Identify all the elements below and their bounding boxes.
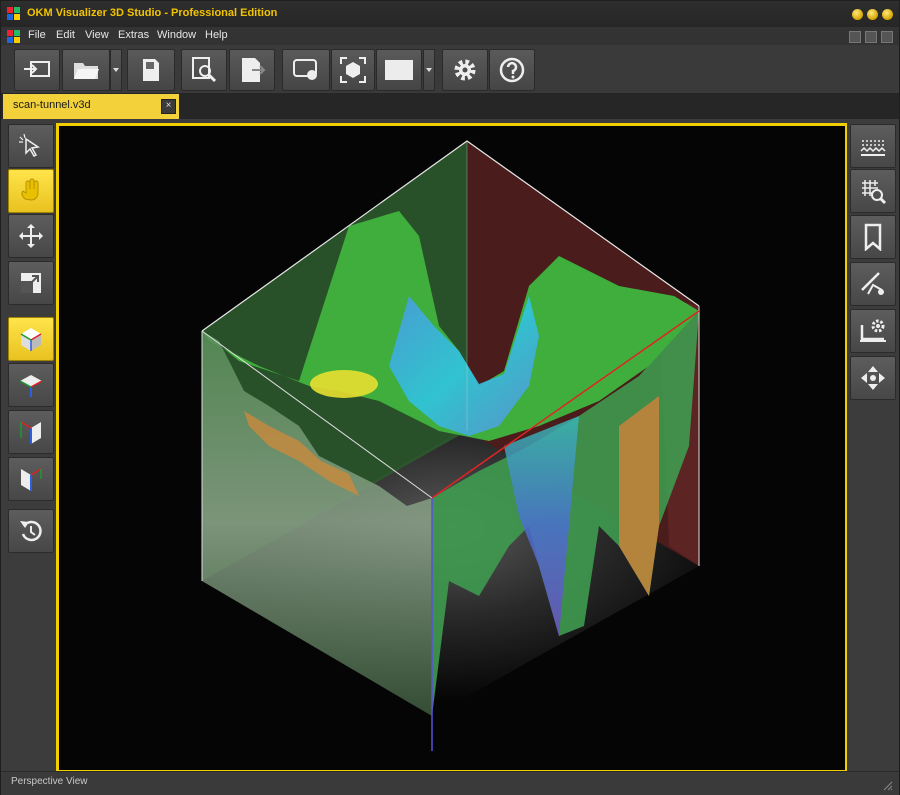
front-view-button[interactable] xyxy=(8,410,54,454)
menu-help[interactable]: Help xyxy=(205,29,228,41)
center-view-button[interactable] xyxy=(850,356,896,400)
terrain-peak-highlight xyxy=(310,370,378,398)
import-button[interactable] xyxy=(14,49,60,91)
screenshot-button[interactable] xyxy=(282,49,330,91)
menu-window[interactable]: Window xyxy=(157,29,196,41)
measure-button[interactable] xyxy=(850,262,896,306)
settings-gear-icon xyxy=(454,59,476,81)
app-logo-icon xyxy=(7,7,20,20)
open-folder-icon xyxy=(74,63,99,79)
app-menu-icon[interactable] xyxy=(7,30,20,43)
open-button[interactable] xyxy=(62,49,110,91)
view-top-icon xyxy=(19,375,43,397)
menu-file[interactable]: File xyxy=(28,29,46,41)
screenshot-icon xyxy=(293,59,317,80)
status-bar: Perspective View xyxy=(1,771,899,795)
preview-report-button[interactable] xyxy=(181,49,227,91)
cube-selection-icon xyxy=(340,57,366,83)
screen-settings-icon xyxy=(860,319,886,342)
move-tool-button[interactable] xyxy=(8,214,54,258)
bookmark-button[interactable] xyxy=(850,215,896,259)
3d-viewport[interactable] xyxy=(56,123,848,773)
grid-zoom-button[interactable] xyxy=(850,169,896,213)
select-tool-button[interactable] xyxy=(8,124,54,168)
surface-plot xyxy=(201,140,700,751)
minimize-window-icon[interactable] xyxy=(852,9,863,20)
rotate-tool-button[interactable] xyxy=(8,169,54,213)
pdf-export-icon xyxy=(242,58,266,82)
save-card-icon xyxy=(143,59,159,81)
color-dropdown-arrow[interactable] xyxy=(423,49,435,91)
close-window-icon[interactable] xyxy=(882,9,893,20)
rotate-hand-icon xyxy=(21,178,39,201)
move-arrows-icon xyxy=(19,224,43,248)
menu-edit[interactable]: Edit xyxy=(56,29,75,41)
settings-button[interactable] xyxy=(442,49,488,91)
title-bar: OKM Visualizer 3D Studio - Professional … xyxy=(1,1,899,27)
maximize-window-icon[interactable] xyxy=(867,9,878,20)
perspective-view-button[interactable] xyxy=(8,317,54,361)
status-text: Perspective View xyxy=(11,776,88,787)
help-icon xyxy=(499,57,525,83)
open-dropdown-arrow[interactable] xyxy=(110,49,122,91)
help-button[interactable] xyxy=(489,49,535,91)
view-perspective-icon xyxy=(20,328,42,351)
menu-extras[interactable]: Extras xyxy=(118,29,149,41)
grid-zoom-icon xyxy=(862,180,887,205)
resize-tool-button[interactable] xyxy=(8,261,54,305)
menu-view[interactable]: View xyxy=(85,29,109,41)
color-swatch-icon xyxy=(385,60,413,80)
import-icon xyxy=(24,61,50,77)
doc-restore-icon[interactable] xyxy=(865,31,877,43)
center-arrows-icon xyxy=(861,366,885,390)
surface-filter-button[interactable] xyxy=(850,124,896,168)
reset-view-icon xyxy=(20,520,42,542)
top-view-button[interactable] xyxy=(8,363,54,407)
view-front-icon xyxy=(20,421,41,444)
cube-selection-button[interactable] xyxy=(331,49,375,91)
side-view-button[interactable] xyxy=(8,457,54,501)
measure-icon xyxy=(861,272,884,295)
window-title: OKM Visualizer 3D Studio - Professional … xyxy=(27,7,278,19)
right-toolbar xyxy=(847,119,899,771)
select-pointer-icon xyxy=(19,133,40,157)
resize-icon xyxy=(21,273,41,293)
screen-settings-button[interactable] xyxy=(850,309,896,353)
bookmark-icon xyxy=(864,223,882,251)
color-swatch-button[interactable] xyxy=(376,49,422,91)
pdf-export-button[interactable] xyxy=(229,49,275,91)
tab-close-icon[interactable]: × xyxy=(161,99,176,114)
application-window: OKM Visualizer 3D Studio - Professional … xyxy=(0,0,900,795)
doc-minimize-icon[interactable] xyxy=(849,31,861,43)
tab-scan-tunnel[interactable]: scan-tunnel.v3d × xyxy=(3,94,179,119)
document-tab-bar: scan-tunnel.v3d × xyxy=(1,93,899,119)
view-side-icon xyxy=(21,468,42,491)
menu-bar: File Edit View Extras Window Help xyxy=(1,27,899,45)
preview-report-icon xyxy=(192,57,217,83)
main-toolbar xyxy=(1,45,899,93)
left-toolbar xyxy=(1,119,57,771)
doc-close-icon[interactable] xyxy=(881,31,893,43)
resize-grip-icon[interactable] xyxy=(883,781,893,791)
save-button[interactable] xyxy=(127,49,175,91)
surface-filter-icon xyxy=(860,140,886,156)
tab-label: scan-tunnel.v3d xyxy=(13,99,91,111)
reset-view-button[interactable] xyxy=(8,509,54,553)
